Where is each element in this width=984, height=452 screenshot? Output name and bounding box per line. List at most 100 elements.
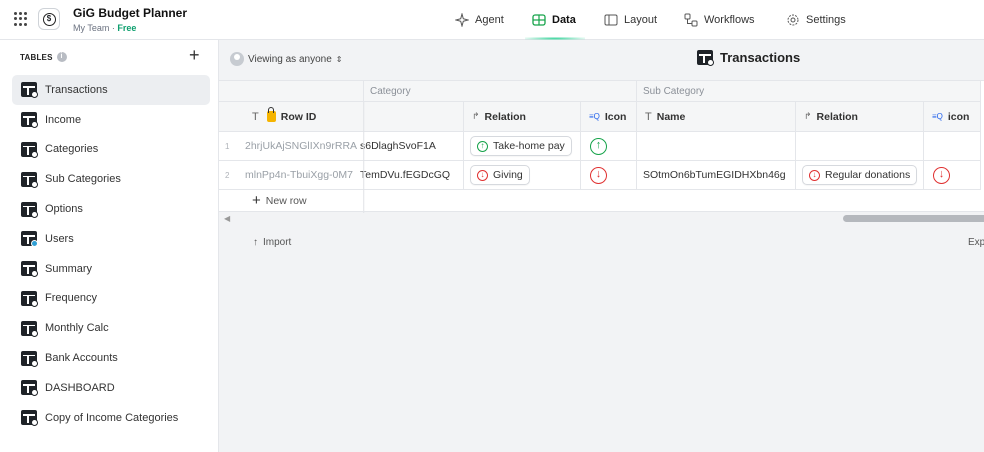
table-row-2-sub-relation[interactable]: ↓ Regular donations [796,161,924,190]
info-icon[interactable]: i [56,52,67,62]
table-icon [21,380,38,397]
export-button[interactable]: Exp [968,237,984,248]
plan-badge: Free [117,23,137,33]
plus-icon: + [252,191,261,209]
table-title: Transactions [697,50,800,66]
arrow-up-icon: ↑ [253,237,258,248]
sidebar-item-sub-categories[interactable]: Sub Categories [12,164,210,194]
sidebar-item-users[interactable]: Users [12,224,210,254]
table-icon [21,320,38,337]
relation-type-icon: ↱ [472,111,480,121]
column-header-row-id[interactable]: T Row ID [219,102,464,132]
app-grid-icon[interactable] [14,12,28,26]
layout-icon [604,14,618,26]
table-row-1-sub-relation[interactable] [796,132,924,161]
sidebar: TABLES i + Transactions Income Categorie… [0,40,219,452]
table-list: Transactions Income Categories Sub Categ… [12,75,210,433]
table-row-2-icon[interactable]: ↓ [581,161,637,190]
table-icon [21,82,38,99]
sidebar-item-copy-of-income-categories[interactable]: Copy of Income Categories [12,403,210,433]
scroll-left-arrow-icon[interactable]: ◀ [224,214,230,223]
sidebar-item-options[interactable]: Options [12,194,210,224]
nav-workflows[interactable]: Workflows [684,0,755,40]
sidebar-item-frequency[interactable]: Frequency [12,284,210,314]
icon-type-icon: ≡Q [932,112,943,121]
users-table-icon [21,231,38,248]
relation-type-icon: ↱ [804,111,812,121]
table-icon [697,50,714,66]
viewing-as-dropdown[interactable]: Viewing as anyone ⇕ [230,52,342,66]
gear-icon [787,14,799,26]
import-button[interactable]: ↑ Import [253,237,291,248]
table-icon [532,14,546,26]
sidebar-item-income[interactable]: Income [12,105,210,135]
nav-workflows-label: Workflows [704,14,755,26]
app-logo[interactable]: $ [38,8,60,30]
arrow-down-circle-icon: ↓ [809,169,820,181]
nav-settings[interactable]: Settings [786,0,846,40]
sidebar-item-dashboard[interactable]: DASHBOARD [12,373,210,403]
group-header-category: Category [364,81,637,102]
table-row-1-name[interactable] [637,132,796,161]
table-row-1-icon[interactable]: ↑ [581,132,637,161]
grid-toolbar: Viewing as anyone ⇕ Transactions [219,40,984,76]
nav-data-label: Data [552,14,576,26]
table-row-2-name[interactable]: SOtmOn6bTumEGIDHXbn46g [637,161,796,190]
table-row-2-id[interactable]: 2 mlnPp4n-TbuiXgg-0M7 TemDVu.fEGDcGQ [219,161,464,190]
table-icon [21,350,38,367]
sparkle-icon [455,13,469,27]
group-header-sub-category: Sub Category [637,81,981,102]
column-header-relation[interactable]: ↱ Relation [464,102,581,132]
table-row-1-sub-icon[interactable] [924,132,981,161]
horizontal-scrollbar[interactable] [843,215,984,222]
sidebar-item-bank-accounts[interactable]: Bank Accounts [12,343,210,373]
table-icon [21,290,38,307]
nav-settings-label: Settings [806,14,846,26]
column-header-icon[interactable]: ≡Q Icon [581,102,637,132]
table-icon [21,112,38,129]
app-title[interactable]: GiG Budget Planner [73,6,187,20]
row-number: 1 [225,141,230,151]
sidebar-item-summary[interactable]: Summary [12,254,210,284]
table-icon [21,410,38,427]
arrow-down-circle-icon: ↓ [590,166,607,184]
table-icon [21,261,38,278]
relation-chip[interactable]: ↓ Regular donations [802,165,918,185]
lock-icon [266,107,276,122]
app-subtitle: My Team · Free [73,23,137,33]
column-header-name[interactable]: T Name [637,102,796,132]
relation-chip[interactable]: ↓ Giving [470,165,530,185]
table-icon [21,201,38,218]
sidebar-item-transactions[interactable]: Transactions [12,75,210,105]
table-row-1-id[interactable]: 1 2hrjUkAjSNGlIXn9rRRA s6DlaghSvoF1A [219,132,464,161]
table-icon [21,171,38,188]
row-number: 2 [225,170,230,180]
table-row-2-sub-icon[interactable]: ↓ [924,161,981,190]
workflow-icon [684,13,698,27]
table-icon [21,141,38,158]
add-table-button[interactable]: + [189,46,200,64]
table-row-2-relation[interactable]: ↓ Giving [464,161,581,190]
arrow-down-circle-icon: ↓ [933,166,950,184]
team-name: My Team [73,23,110,33]
data-grid: Category Sub Category T Row ID ↱ Relatio… [219,80,984,213]
nav-layout-label: Layout [624,14,658,26]
group-header-blank [219,81,364,102]
user-avatar-icon [230,52,244,66]
sidebar-item-monthly-calc[interactable]: Monthly Calc [12,313,210,343]
new-row-button[interactable]: + New row [219,190,984,212]
nav-layout[interactable]: Layout [604,0,657,40]
column-header-sub-relation[interactable]: ↱ Relation [796,102,924,132]
arrow-down-circle-icon: ↓ [477,169,488,181]
arrow-up-circle-icon: ↑ [590,137,607,155]
nav-agent[interactable]: Agent [455,0,504,40]
relation-chip[interactable]: ↑ Take-home pay [470,136,572,156]
arrow-up-circle-icon: ↑ [477,140,488,152]
dollar-coin-icon: $ [42,12,56,26]
text-type-icon: T [645,110,652,123]
table-row-1-relation[interactable]: ↑ Take-home pay [464,132,581,161]
text-type-icon: T [252,110,259,123]
column-header-sub-icon[interactable]: ≡Q icon [924,102,981,132]
sidebar-item-categories[interactable]: Categories [12,135,210,165]
nav-data[interactable]: Data [532,0,576,40]
